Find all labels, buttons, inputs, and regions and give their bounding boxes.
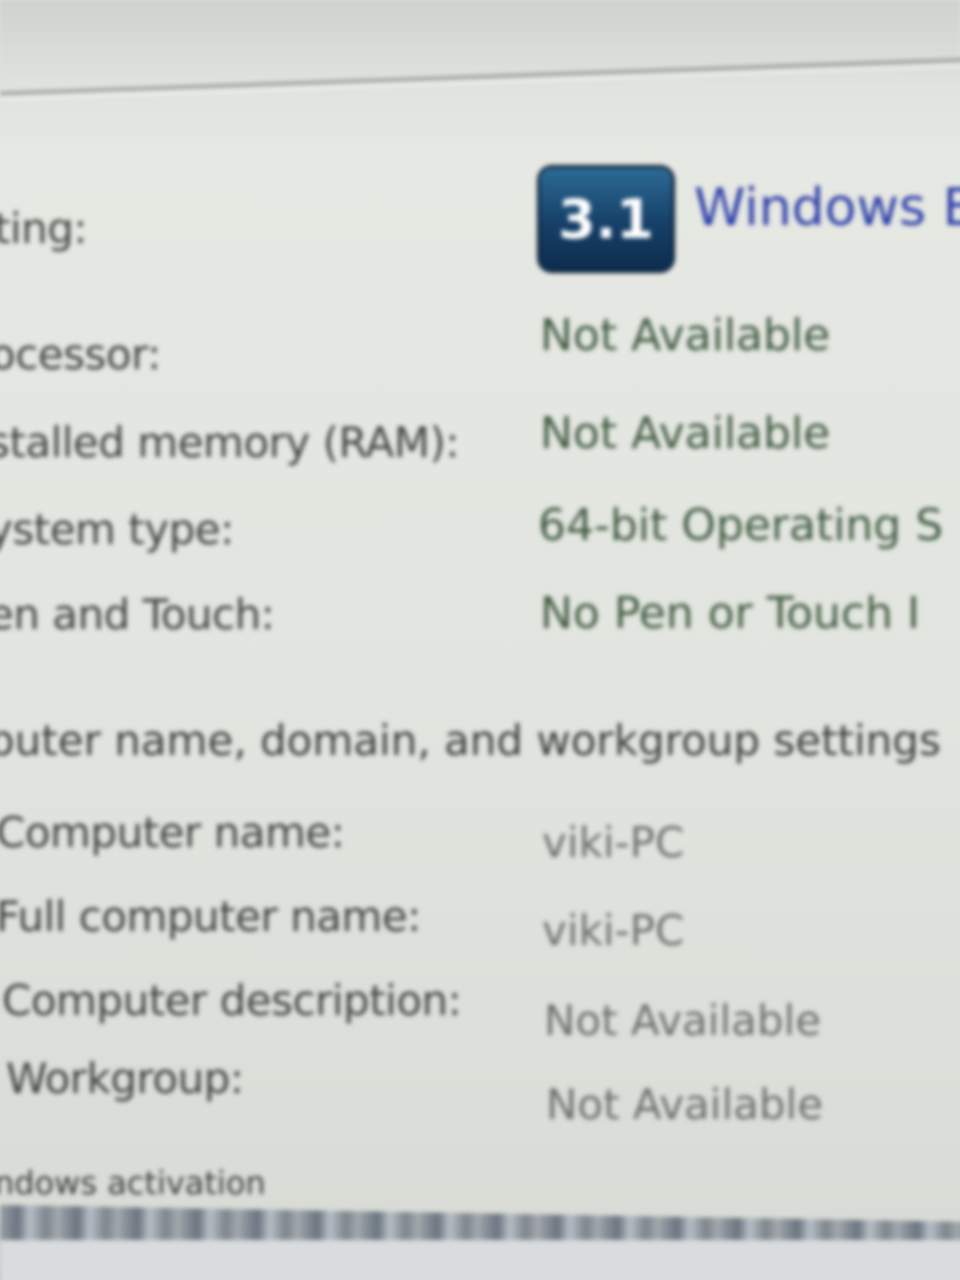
system-properties-screen: ting: 3.1 Windows E ocessor: Not Availab… bbox=[0, 0, 960, 1280]
computer-settings-section-title: puter name, domain, and workgroup settin… bbox=[0, 716, 941, 765]
window-top-area bbox=[0, 0, 960, 80]
taskbar-lower-area bbox=[0, 1240, 960, 1280]
full-computer-name-label: Full computer name: bbox=[0, 892, 421, 941]
computer-name-label: Computer name: bbox=[0, 808, 345, 857]
system-properties-panel: ting: 3.1 Windows E ocessor: Not Availab… bbox=[0, 0, 960, 1280]
ram-label: stalled memory (RAM): bbox=[0, 418, 459, 467]
computer-description-value: Not Available bbox=[544, 996, 822, 1045]
processor-label: ocessor: bbox=[0, 330, 161, 379]
windows-experience-index-icon[interactable]: 3.1 bbox=[540, 168, 672, 270]
computer-name-value: viki-PC bbox=[542, 818, 685, 867]
full-computer-name-value: viki-PC bbox=[542, 906, 685, 955]
rating-label: ting: bbox=[0, 204, 88, 253]
workgroup-label: Workgroup: bbox=[6, 1054, 244, 1103]
windows-activation-section-title: ndows activation bbox=[0, 1164, 266, 1202]
system-type-label: ystem type: bbox=[0, 505, 234, 554]
workgroup-value: Not Available bbox=[546, 1080, 824, 1129]
windows-experience-index-link[interactable]: Windows E bbox=[694, 178, 960, 238]
pen-touch-value: No Pen or Touch I bbox=[540, 588, 920, 639]
system-type-value: 64-bit Operating S bbox=[538, 500, 944, 551]
rating-score: 3.1 bbox=[558, 187, 654, 251]
computer-description-label: Computer description: bbox=[2, 976, 462, 1025]
processor-value: Not Available bbox=[540, 310, 831, 361]
pen-touch-label: en and Touch: bbox=[0, 590, 275, 639]
ram-value: Not Available bbox=[540, 408, 831, 459]
